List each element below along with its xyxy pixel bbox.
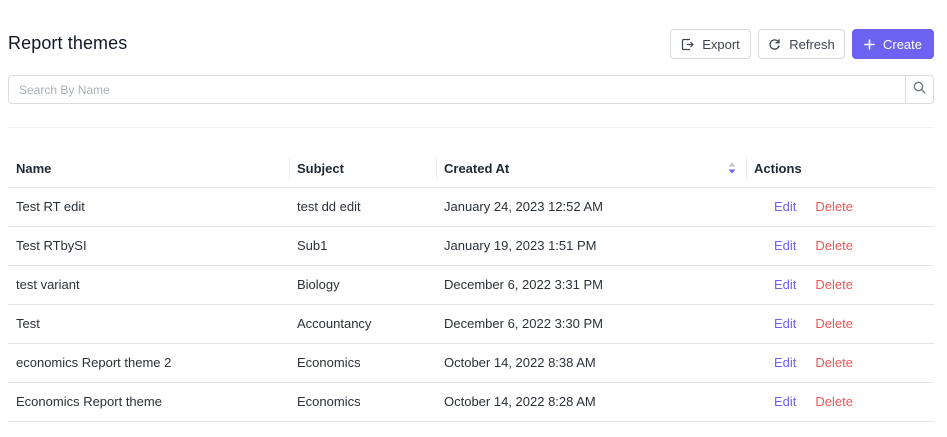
cell-subject: Economics — [289, 343, 436, 383]
cell-name: test variant — [8, 265, 289, 305]
cell-created-at: December 6, 2022 3:30 PM — [436, 304, 746, 344]
table-row: Economics Report theme Economics October… — [8, 382, 934, 422]
cell-name: Test — [8, 304, 289, 344]
cell-actions: Edit Delete — [746, 382, 934, 422]
cell-name: Test RTbySI — [8, 226, 289, 266]
table-row: Test Accountancy December 6, 2022 3:30 P… — [8, 304, 934, 344]
edit-link[interactable]: Edit — [774, 316, 796, 331]
cell-actions: Edit Delete — [746, 265, 934, 305]
delete-link[interactable]: Delete — [815, 316, 853, 331]
cell-subject: Economics — [289, 382, 436, 422]
column-header-subject: Subject — [289, 150, 436, 188]
cell-created-at: January 19, 2023 1:51 PM — [436, 226, 746, 266]
edit-link[interactable]: Edit — [774, 355, 796, 370]
cell-actions: Edit Delete — [746, 187, 934, 227]
cell-subject: Biology — [289, 265, 436, 305]
create-button[interactable]: Create — [852, 29, 934, 59]
cell-actions: Edit Delete — [746, 226, 934, 266]
page-title: Report themes — [8, 33, 128, 53]
export-button[interactable]: Export — [670, 29, 751, 59]
cell-actions: Edit Delete — [746, 343, 934, 383]
report-themes-table: Name Subject Created At Actions Test RT … — [8, 150, 934, 422]
cell-created-at: October 14, 2022 8:28 AM — [436, 382, 746, 422]
column-header-name: Name — [8, 150, 289, 188]
cell-actions: Edit Delete — [746, 304, 934, 344]
table-row: Test RT edit test dd edit January 24, 20… — [8, 187, 934, 227]
delete-link[interactable]: Delete — [815, 355, 853, 370]
cell-created-at: January 24, 2023 12:52 AM — [436, 187, 746, 227]
cell-subject: Accountancy — [289, 304, 436, 344]
column-header-created-at[interactable]: Created At — [436, 150, 746, 188]
column-header-actions: Actions — [746, 150, 934, 188]
refresh-button[interactable]: Refresh — [758, 29, 845, 59]
cell-subject: test dd edit — [289, 187, 436, 227]
refresh-label: Refresh — [789, 36, 835, 52]
delete-link[interactable]: Delete — [815, 238, 853, 253]
export-label: Export — [702, 36, 740, 52]
cell-name: economics Report theme 2 — [8, 343, 289, 383]
edit-link[interactable]: Edit — [774, 199, 796, 214]
table-row: economics Report theme 2 Economics Octob… — [8, 343, 934, 383]
cell-name: Economics Report theme — [8, 382, 289, 422]
sort-icon[interactable] — [728, 162, 736, 177]
search-bar — [8, 75, 934, 104]
cell-subject: Sub1 — [289, 226, 436, 266]
delete-link[interactable]: Delete — [815, 394, 853, 409]
plus-icon — [864, 38, 875, 50]
table-row: Test RTbySI Sub1 January 19, 2023 1:51 P… — [8, 226, 934, 266]
create-label: Create — [882, 36, 923, 52]
search-icon — [913, 81, 926, 99]
cell-created-at: October 14, 2022 8:38 AM — [436, 343, 746, 383]
delete-link[interactable]: Delete — [815, 199, 853, 214]
cell-name: Test RT edit — [8, 187, 289, 227]
refresh-icon — [768, 38, 781, 51]
table-row: test variant Biology December 6, 2022 3:… — [8, 265, 934, 305]
table-header-row: Name Subject Created At Actions — [8, 150, 934, 188]
search-input[interactable] — [9, 76, 905, 103]
edit-link[interactable]: Edit — [774, 238, 796, 253]
cell-created-at: December 6, 2022 3:31 PM — [436, 265, 746, 305]
divider — [8, 127, 934, 128]
edit-link[interactable]: Edit — [774, 277, 796, 292]
edit-link[interactable]: Edit — [774, 394, 796, 409]
search-button[interactable] — [905, 76, 933, 103]
delete-link[interactable]: Delete — [815, 277, 853, 292]
export-icon — [681, 38, 695, 51]
